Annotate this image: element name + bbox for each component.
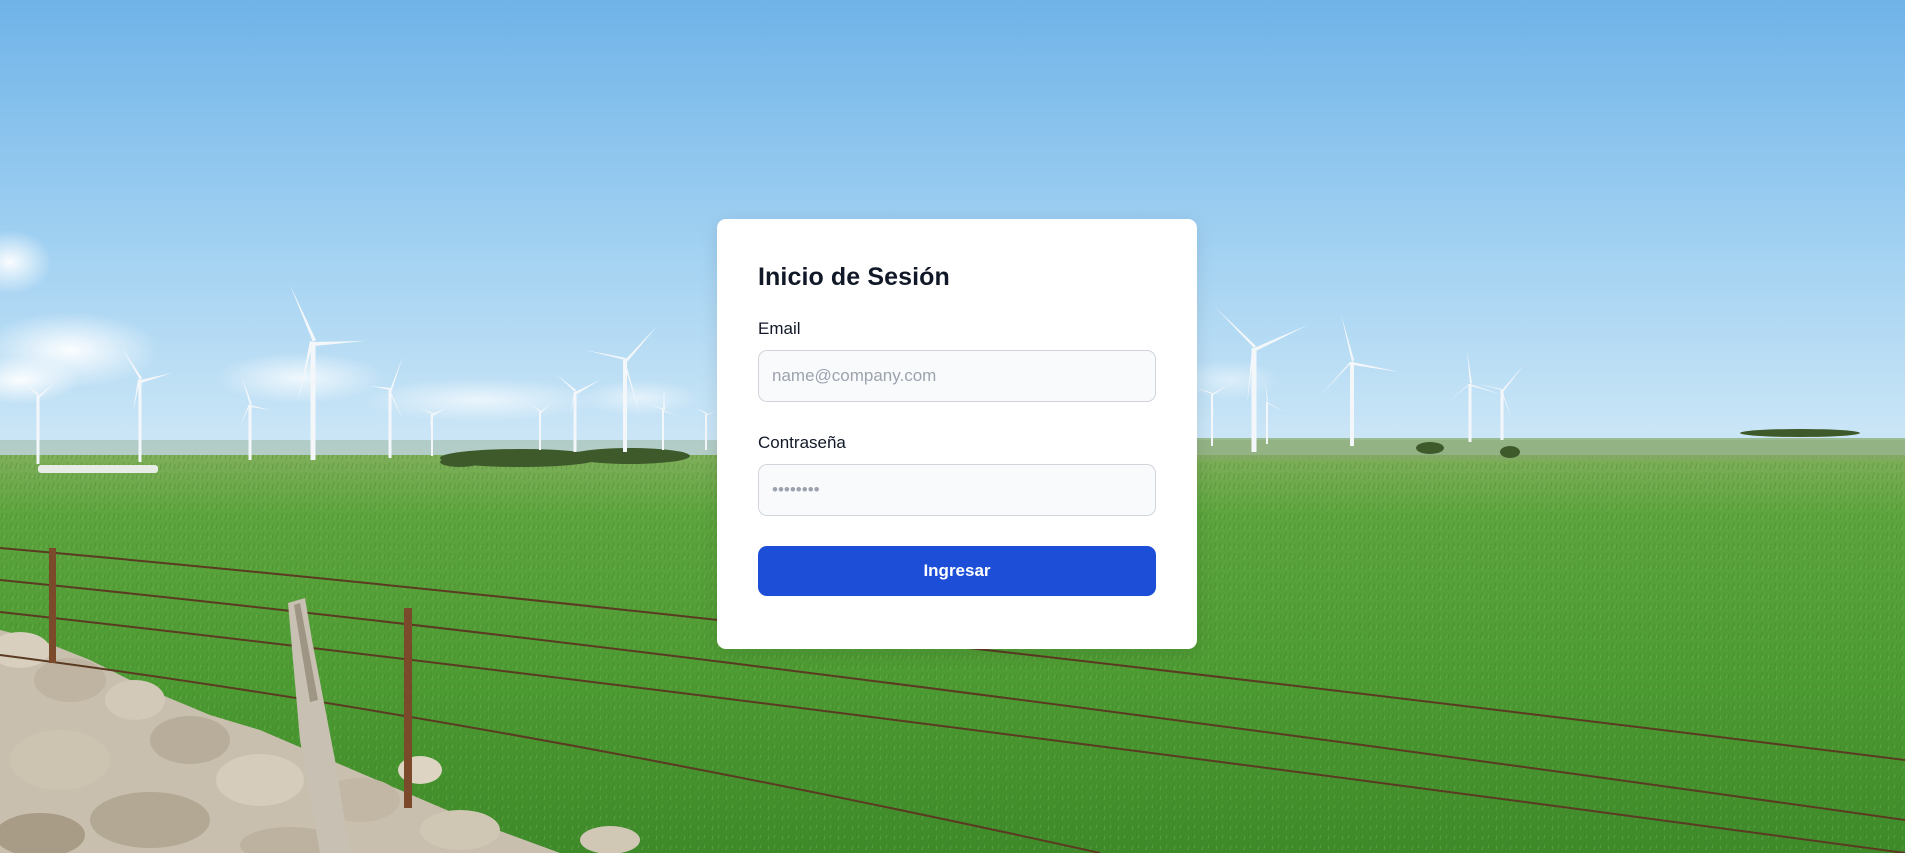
submit-button[interactable]: Ingresar — [758, 546, 1156, 596]
password-label: Contraseña — [758, 433, 846, 452]
email-label: Email — [758, 319, 801, 338]
password-field[interactable] — [758, 464, 1156, 516]
email-field[interactable] — [758, 350, 1156, 402]
page-title: Inicio de Sesión — [758, 263, 950, 291]
hay-bales — [38, 465, 158, 473]
login-card: Inicio de Sesión Email Contraseña Ingres… — [717, 219, 1197, 649]
